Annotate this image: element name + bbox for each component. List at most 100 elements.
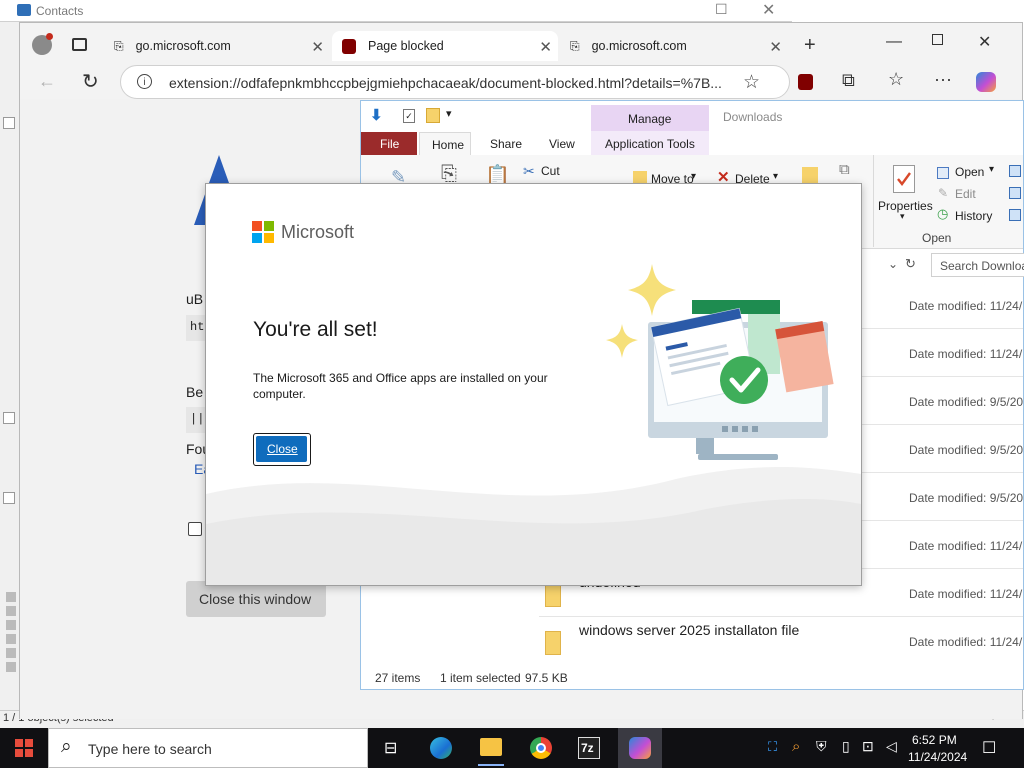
tab-share[interactable]: Share <box>490 137 522 151</box>
tab-file[interactable]: File <box>361 132 417 155</box>
tab-close-icon[interactable]: ✕ <box>769 38 782 56</box>
tab-close-icon[interactable]: ✕ <box>311 38 324 56</box>
new-tab-icon[interactable]: + <box>804 34 816 57</box>
tray-shield-icon[interactable]: ⛨ <box>816 738 827 755</box>
close-button[interactable]: Close <box>253 433 311 466</box>
qa-dropdown-icon[interactable]: ▾ <box>446 107 452 120</box>
tab-label: File <box>380 137 400 151</box>
copilot-taskbar-button[interactable] <box>618 728 662 768</box>
address-text[interactable]: extension://odfafepnkmbhccpbejgmiehpchac… <box>169 75 722 91</box>
cut-icon[interactable]: ✂ <box>523 163 535 180</box>
profile-avatar[interactable] <box>32 33 53 55</box>
task-view-icon[interactable]: ⊟ <box>384 738 397 758</box>
tab-view[interactable]: View <box>549 137 575 151</box>
page-icon: ⎘ <box>570 38 580 53</box>
clock-time[interactable]: 6:52 PM <box>912 733 957 747</box>
dont-warn-checkbox[interactable] <box>188 522 202 536</box>
select-all-icon[interactable] <box>1009 165 1021 177</box>
tab-label: Home <box>432 138 465 152</box>
edit-button[interactable]: Edit <box>955 187 976 201</box>
tab-go-microsoft-2[interactable]: ⎘ go.microsoft.com ✕ <box>562 31 788 61</box>
maximize-icon[interactable] <box>932 34 943 45</box>
tray-usb-icon[interactable]: ▯ <box>842 738 850 755</box>
more-icon[interactable]: ··· <box>934 69 952 90</box>
taskbar-search-box[interactable]: ⌕ Type here to search <box>48 728 368 768</box>
contacts-checkbox[interactable] <box>3 492 15 504</box>
properties-button[interactable]: Properties <box>878 199 933 213</box>
star-icon[interactable]: ☆ <box>743 71 760 94</box>
ublock-icon[interactable] <box>798 74 813 90</box>
contacts-checkbox[interactable] <box>3 412 15 424</box>
ribbon-divider <box>873 155 874 247</box>
date-modified: Date modified: 9/5/20 <box>909 395 1024 409</box>
tray-search-icon[interactable]: ⌕ <box>792 738 800 755</box>
contacts-sidebar <box>0 22 20 722</box>
dialog-body: The Microsoft 365 and Office apps are in… <box>253 371 548 401</box>
list-item[interactable]: windows server 2025 installaton file Dat… <box>539 617 1023 665</box>
contacts-maximize-icon[interactable]: ☐ <box>715 1 729 17</box>
refresh-icon[interactable]: ↻ <box>905 256 916 272</box>
taskbar: ⌕ Type here to search ⊟ 7z ⛶ ⌕ ⛨ ▯ ⊡ ◁ 6… <box>0 728 1024 768</box>
cut-label[interactable]: Cut <box>541 164 560 178</box>
history-button[interactable]: History <box>955 209 992 223</box>
tab-label: go.microsoft.com <box>135 39 231 53</box>
properties-icon[interactable] <box>893 165 915 193</box>
contacts-checkbox[interactable] <box>3 117 15 129</box>
date-modified: Date modified: 9/5/20 <box>909 443 1024 457</box>
address-bar[interactable]: i extension://odfafepnkmbhccpbejgmiehpch… <box>120 65 790 99</box>
back-icon[interactable]: ← <box>38 71 56 92</box>
window-title: Downloads <box>723 110 783 124</box>
office-install-dialog: Microsoft You're all set! The Microsoft … <box>205 183 862 586</box>
tab-home[interactable]: Home <box>419 132 471 155</box>
minimize-icon[interactable]: — <box>886 33 902 51</box>
clock-date[interactable]: 11/24/2024 <box>908 750 967 764</box>
contacts-close-icon[interactable]: ✕ <box>762 0 775 20</box>
blocked-url-text: ht <box>190 320 205 334</box>
tab-page-blocked[interactable]: Page blocked ✕ <box>332 31 558 61</box>
chevron-down-icon[interactable]: ⌄ <box>888 257 898 271</box>
open-group-label: Open <box>922 231 952 245</box>
edge-icon[interactable] <box>430 737 452 759</box>
tab-application-tools[interactable]: Application Tools <box>591 131 709 155</box>
info-icon[interactable]: i <box>137 74 152 89</box>
windows-start-icon[interactable] <box>15 739 33 757</box>
extensions-icon[interactable]: ⧉ <box>842 70 855 91</box>
chevron-down-icon: ▾ <box>989 164 995 175</box>
chrome-icon[interactable] <box>530 737 552 759</box>
close-button-face[interactable]: Close <box>256 436 307 462</box>
7zip-icon[interactable]: 7z <box>578 737 600 759</box>
open-button[interactable]: Open <box>955 165 984 179</box>
search-input[interactable]: Search Downloads <box>931 253 1024 277</box>
tray-network-icon[interactable]: ⛶ <box>768 739 777 755</box>
close-window-button[interactable]: Close this window <box>186 581 326 617</box>
date-modified: Date modified: 11/24/ <box>909 635 1023 649</box>
refresh-icon[interactable]: ↻ <box>82 69 99 94</box>
microsoft-logo-icon <box>252 221 274 243</box>
active-indicator <box>478 764 504 766</box>
tab-actions-icon[interactable] <box>72 38 87 51</box>
down-arrow-icon[interactable]: ⬇ <box>370 106 383 124</box>
tab-go-microsoft-1[interactable]: ⎘ go.microsoft.com ✕ <box>106 31 330 61</box>
explorer-titlebar: ⬇ ✓ ▾ Manage Application Tools Downloads… <box>361 101 1023 155</box>
file-explorer-icon[interactable] <box>480 738 502 756</box>
new-item-icon[interactable]: ⧉ <box>839 161 850 178</box>
search-placeholder: Type here to search <box>88 741 212 757</box>
folder-icon <box>545 583 561 607</box>
date-modified: Date modified: 11/24/ <box>909 347 1023 361</box>
wave-background <box>206 454 861 585</box>
favorites-icon[interactable]: ☆ <box>888 69 904 90</box>
open-icon <box>937 167 949 179</box>
invert-selection-icon[interactable] <box>1009 209 1021 221</box>
tab-close-icon[interactable]: ✕ <box>539 38 552 56</box>
notifications-icon[interactable]: ☐ <box>982 738 996 758</box>
folder-icon[interactable] <box>426 108 440 123</box>
tray-network2-icon[interactable]: ⊡ <box>862 738 874 755</box>
close-icon[interactable]: ✕ <box>978 32 991 52</box>
chevron-down-icon: ▾ <box>773 171 779 182</box>
item-count: 27 items <box>375 671 421 685</box>
tab-label: Page blocked <box>368 39 444 53</box>
properties-qa-icon[interactable]: ✓ <box>403 109 415 123</box>
select-none-icon[interactable] <box>1009 187 1021 199</box>
copilot-icon[interactable] <box>976 72 996 92</box>
tray-volume-icon[interactable]: ◁ <box>886 738 897 755</box>
